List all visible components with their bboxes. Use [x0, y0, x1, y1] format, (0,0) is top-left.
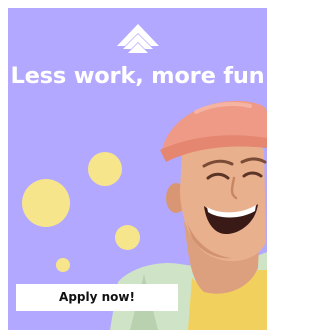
- decorative-dot: [56, 258, 70, 272]
- decorative-dot: [22, 179, 70, 227]
- page: Less work, more fun Apply now!: [0, 0, 267, 330]
- triangle-stack-logo-icon: [117, 24, 159, 53]
- ad-headline: Less work, more fun: [10, 63, 265, 89]
- promo-ad[interactable]: Less work, more fun Apply now!: [8, 8, 267, 330]
- apply-now-button[interactable]: Apply now!: [16, 284, 178, 311]
